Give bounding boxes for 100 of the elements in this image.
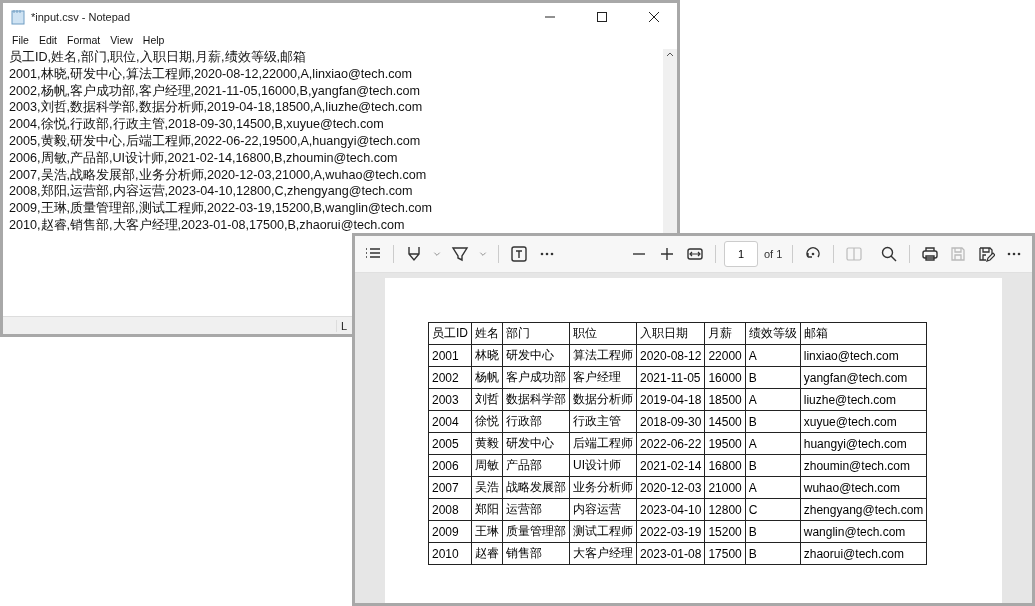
table-cell: huangyi@tech.com — [800, 432, 927, 455]
table-cell: 行政部 — [502, 410, 570, 433]
text-line: 2004,徐悦,行政部,行政主管,2018-09-30,14500,B,xuyue@tech.com — [9, 116, 385, 133]
table-cell: 2020-08-12 — [636, 344, 705, 367]
table-cell: 黄毅 — [471, 432, 503, 455]
table-cell: 19500 — [704, 432, 746, 455]
table-cell: 2018-09-30 — [636, 410, 705, 433]
column-header: 邮箱 — [800, 322, 927, 345]
column-header: 姓名 — [471, 322, 503, 345]
menu-item[interactable]: Edit — [33, 34, 62, 46]
table-cell: 产品部 — [502, 454, 570, 477]
table-cell: 16000 — [704, 366, 746, 389]
table-cell: 22000 — [704, 344, 746, 367]
table-cell: 2009 — [428, 520, 472, 543]
table-cell: 21000 — [704, 476, 746, 499]
table-cell: 刘哲 — [471, 388, 503, 411]
close-icon[interactable] — [649, 12, 659, 22]
menu-item[interactable]: Help — [137, 34, 170, 46]
status-text: L — [336, 319, 348, 332]
table-cell: 2005 — [428, 432, 472, 455]
table-cell: 2001 — [428, 344, 472, 367]
menu-item[interactable]: Format — [62, 34, 106, 46]
table-cell: 2002 — [428, 366, 472, 389]
table-cell: 吴浩 — [471, 476, 503, 499]
table-cell: 大客户经理 — [569, 542, 637, 565]
table-cell: 15200 — [704, 520, 746, 543]
table-cell: zhengyang@tech.com — [800, 498, 927, 521]
table-cell: 周敏 — [471, 454, 503, 477]
table-cell: B — [745, 366, 801, 389]
table-cell: UI设计师 — [569, 454, 637, 477]
table-cell: 销售部 — [502, 542, 570, 565]
table-cell: 12800 — [704, 498, 746, 521]
text-line: 2002,杨帆,客户成功部,客户经理,2021-11-05,16000,B,yangfan@tech.com — [9, 82, 422, 100]
table-cell: 郑阳 — [471, 498, 503, 521]
table-cell: xuyue@tech.com — [800, 410, 927, 433]
column-header: 绩效等级 — [745, 322, 801, 345]
table-cell: 2022-06-22 — [636, 432, 705, 455]
table-cell: 战略发展部 — [502, 476, 570, 499]
column-header: 职位 — [569, 322, 637, 345]
table-cell: 2023-04-10 — [636, 498, 705, 521]
table-cell: 研发中心 — [502, 344, 570, 367]
table-cell: 内容运营 — [569, 498, 637, 521]
table-cell: 2004 — [428, 410, 472, 433]
table-cell: 2003 — [428, 388, 472, 411]
table-cell: 2022-03-19 — [636, 520, 705, 543]
table-cell: 算法工程师 — [569, 344, 637, 367]
table-cell: 林晓 — [471, 344, 503, 367]
table-cell: A — [745, 344, 801, 367]
table-cell: 行政主管 — [569, 410, 637, 433]
scroll-up-icon[interactable] — [666, 51, 674, 57]
text-line: 2005,黄毅,研发中心,后端工程师,2022-06-22,19500,A,huangyi@tech.com — [9, 133, 422, 150]
column-header: 月薪 — [704, 322, 746, 345]
notepad-icon — [11, 9, 25, 25]
table-cell: 运营部 — [502, 498, 570, 521]
table-cell: 质量管理部 — [502, 520, 570, 543]
table-cell: 2010 — [428, 542, 472, 565]
table-cell: 2021-11-05 — [636, 366, 705, 389]
menu-item[interactable]: File — [7, 34, 34, 46]
page-count: of 1 — [764, 248, 783, 260]
table-cell: 2006 — [428, 454, 472, 477]
text-line: 2003,刘哲,数据科学部,数据分析师,2019-04-18,18500,A,liuzhe@tech.com — [9, 99, 424, 117]
table-cell: liuzhe@tech.com — [800, 388, 927, 411]
table-cell: yangfan@tech.com — [800, 366, 927, 389]
table-cell: B — [745, 520, 801, 543]
table-cell: 研发中心 — [502, 432, 570, 455]
text-line: 2010,赵睿,销售部,大客户经理,2023-01-08,17500,B,zhaorui@tech.com — [9, 216, 406, 234]
table-cell: A — [745, 388, 801, 411]
text-line: 2001,林晓,研发中心,算法工程师,2020-08-12,22000,A,linxiao@tech.com — [9, 65, 413, 83]
text-line: 2008,郑阳,运营部,内容运营,2023-04-10,12800,C,zhengyang@tech.com — [9, 183, 414, 201]
table-cell: 后端工程师 — [569, 432, 637, 455]
table-cell: zhaorui@tech.com — [800, 542, 927, 565]
table-cell: B — [745, 542, 801, 565]
table-cell: linxiao@tech.com — [800, 344, 927, 367]
table-cell: 18500 — [704, 388, 746, 411]
table-cell: A — [745, 432, 801, 455]
table-cell: 16800 — [704, 454, 746, 477]
table-cell: 测试工程师 — [569, 520, 637, 543]
table-cell: 王琳 — [471, 520, 503, 543]
table-cell: 2007 — [428, 476, 472, 499]
table-cell: zhoumin@tech.com — [800, 454, 927, 477]
table-cell: 客户经理 — [569, 366, 637, 389]
text-line: 2006,周敏,产品部,UI设计师,2021-02-14,16800,B,zhoumin@tech.com — [9, 149, 399, 167]
text-line: 2009,王琳,质量管理部,测试工程师,2022-03-19,15200,B,wanglin@tech.com — [9, 200, 433, 217]
page-number-field[interactable]: 1 — [724, 241, 758, 267]
table-cell: 数据科学部 — [502, 388, 570, 411]
table-cell: 2019-04-18 — [636, 388, 705, 411]
table-cell: 徐悦 — [471, 410, 503, 433]
menu-item[interactable]: View — [105, 34, 138, 46]
table-cell: 业务分析师 — [569, 476, 637, 499]
maximize-icon[interactable] — [597, 12, 607, 22]
table-cell: C — [745, 498, 801, 521]
table-cell: 17500 — [704, 542, 746, 565]
column-header: 员工ID — [428, 322, 472, 345]
table-cell: 数据分析师 — [569, 388, 637, 411]
text-line: 2007,吴浩,战略发展部,业务分析师,2020-12-03,21000,A,wuhao@tech.com — [9, 166, 428, 184]
table-cell: 赵睿 — [471, 542, 503, 565]
table-cell: 2023-01-08 — [636, 542, 705, 565]
table-cell: A — [745, 476, 801, 499]
table-cell: 杨帆 — [471, 366, 503, 389]
column-header: 部门 — [502, 322, 570, 345]
